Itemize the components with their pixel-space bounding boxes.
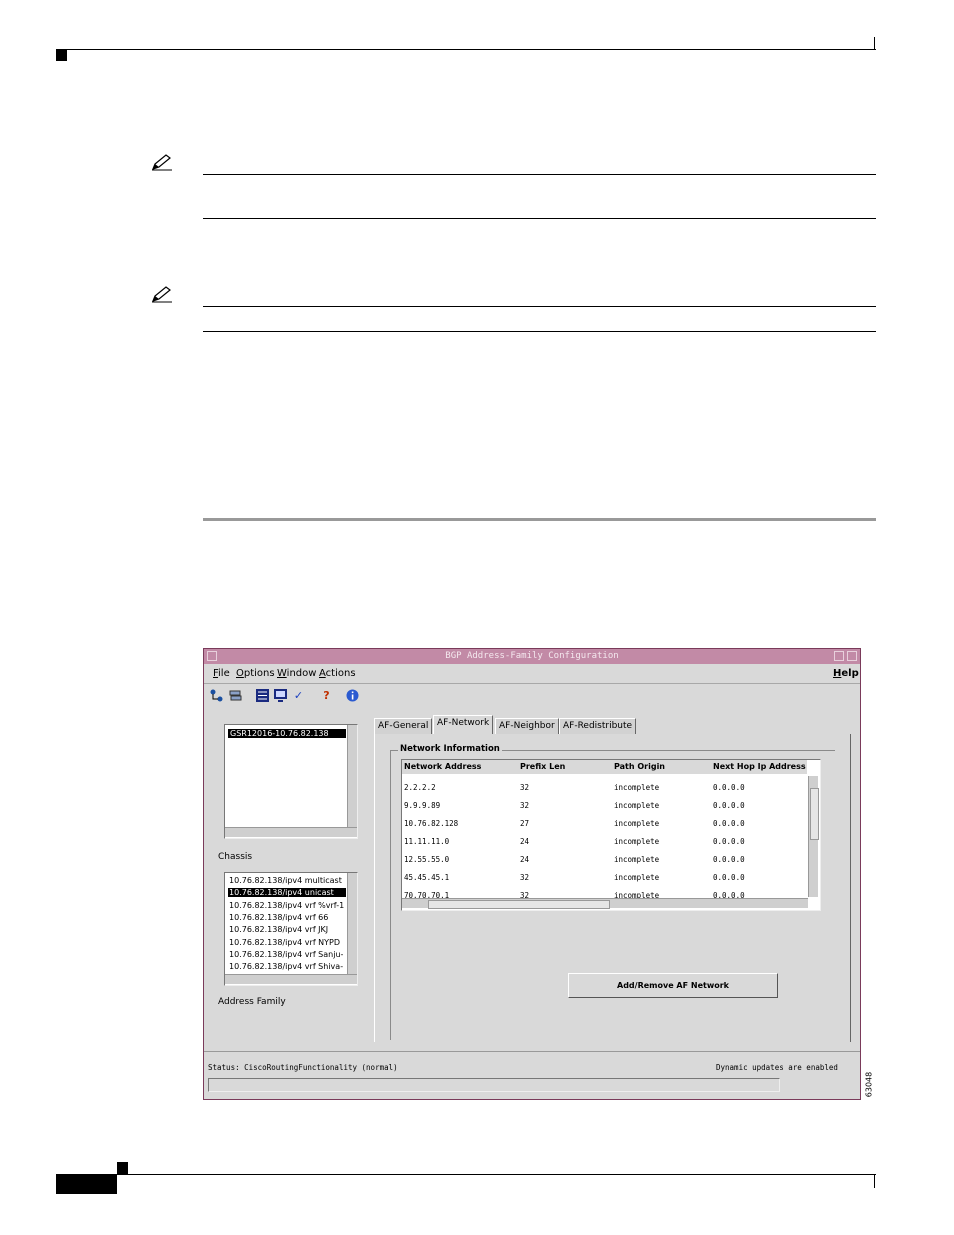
table-cell: incomplete — [614, 837, 660, 846]
table-cell: incomplete — [614, 855, 660, 864]
toolbar-check-icon[interactable]: ✓ — [290, 687, 307, 704]
table-cell: incomplete — [614, 819, 660, 828]
col-next-hop[interactable]: Next Hop Ip Address — [713, 762, 806, 771]
table-cell: 0.0.0.0 — [713, 837, 745, 846]
table-cell: 0.0.0.0 — [713, 801, 745, 810]
table-cell: incomplete — [614, 873, 660, 882]
toolbar-route-icon[interactable] — [208, 687, 225, 704]
table-cell: 11.11.11.0 — [404, 837, 450, 846]
network-table — [401, 759, 821, 911]
tab-af-network[interactable]: AF-Network — [433, 715, 494, 734]
table-cell: 0.0.0.0 — [713, 819, 745, 828]
menu-window[interactable]: Window — [277, 665, 316, 683]
table-cell: 32 — [520, 783, 530, 792]
note-top-rule — [203, 174, 876, 175]
status-separator — [204, 1051, 860, 1052]
col-path-origin[interactable]: Path Origin — [614, 762, 665, 771]
menu-options[interactable]: Options — [236, 665, 275, 683]
add-remove-af-network-button[interactable]: Add/Remove AF Network — [568, 973, 778, 998]
toolbar-help-icon[interactable]: ? — [318, 687, 335, 704]
address-family-item[interactable]: 10.76.82.138/ipv4 vrf Shiva- — [228, 962, 346, 971]
header-marker — [56, 50, 67, 61]
table-cell: 45.45.45.1 — [404, 873, 450, 882]
address-family-item[interactable]: 10.76.82.138/ipv4 multicast — [228, 876, 346, 885]
address-family-item[interactable]: 10.76.82.138/ipv4 vrf %vrf-1 — [228, 901, 346, 910]
toolbar-list-icon[interactable] — [254, 687, 271, 704]
table-cell: 32 — [520, 801, 530, 810]
note-bottom-rule — [203, 218, 876, 219]
tab-af-neighbor[interactable]: AF-Neighbor — [495, 718, 559, 734]
col-network-address[interactable]: Network Address — [404, 762, 481, 771]
minimize-icon[interactable] — [834, 651, 844, 661]
footer-tick — [874, 1175, 875, 1188]
tab-af-redistribute[interactable]: AF-Redistribute — [559, 718, 637, 734]
chassis-list-item[interactable]: GSR12016-10.76.82.138 — [228, 729, 346, 738]
toolbar-info-icon[interactable] — [344, 687, 361, 704]
footer-page-box — [56, 1175, 117, 1194]
note-pencil-icon — [151, 286, 172, 303]
toolbar-layers-icon[interactable] — [227, 687, 244, 704]
window-menu-icon[interactable] — [207, 651, 217, 661]
menu-bar: File Options Window Actions Help — [204, 665, 860, 684]
table-cell: 0.0.0.0 — [713, 855, 745, 864]
col-prefix-len[interactable]: Prefix Len — [520, 762, 565, 771]
status-text: Status: CiscoRoutingFunctionality (norma… — [208, 1063, 398, 1072]
address-family-item[interactable]: 10.76.82.138/ipv4 vrf JKJ — [228, 925, 346, 934]
figure-number: 63048 — [864, 1071, 874, 1098]
address-family-item[interactable]: 10.76.82.138/ipv4 vrf NYPD — [228, 938, 346, 947]
table-cell: incomplete — [614, 783, 660, 792]
chassis-list-hscroll[interactable] — [225, 827, 357, 837]
address-family-list[interactable]: 10.76.82.138/ipv4 multicast 10.76.82.138/… — [224, 872, 358, 986]
network-table-hscroll[interactable] — [402, 898, 808, 909]
scroll-thumb[interactable] — [428, 900, 610, 909]
scroll-thumb[interactable] — [810, 788, 819, 840]
toolbar-monitor-icon[interactable] — [272, 687, 289, 704]
dynamic-updates-text: Dynamic updates are enabled — [716, 1063, 838, 1072]
footer-marker — [117, 1162, 128, 1174]
menu-file[interactable]: File — [213, 665, 230, 683]
table-cell: 27 — [520, 819, 530, 828]
table-cell: 24 — [520, 837, 530, 846]
menu-actions[interactable]: Actions — [319, 665, 356, 683]
af-list-hscroll[interactable] — [225, 974, 357, 984]
table-cell: incomplete — [614, 801, 660, 810]
table-cell: 2.2.2.2 — [404, 783, 436, 792]
table-cell: 32 — [520, 873, 530, 882]
af-list-vscroll[interactable] — [347, 873, 357, 974]
table-cell: 10.76.82.128 — [404, 819, 459, 828]
section-rule — [203, 518, 876, 521]
header-rule — [56, 49, 876, 50]
footer-rule — [56, 1174, 876, 1175]
table-cell: 0.0.0.0 — [713, 783, 745, 792]
chassis-list-vscroll[interactable] — [347, 725, 357, 827]
note-bottom-rule — [203, 331, 876, 332]
network-table-vscroll[interactable] — [808, 776, 819, 897]
table-cell: 9.9.9.89 — [404, 801, 441, 810]
note-top-rule — [203, 306, 876, 307]
window-title: BGP Address-Family Configuration — [445, 651, 619, 661]
address-family-item[interactable]: 10.76.82.138/ipv4 vrf 66 — [228, 913, 346, 922]
address-family-item[interactable]: 10.76.82.138/ipv4 vrf Sanju- — [228, 950, 346, 959]
bgp-af-config-window: BGP Address-Family Configuration File Op… — [203, 648, 861, 1100]
note-pencil-icon — [151, 154, 172, 171]
address-family-label: Address Family — [218, 997, 286, 1007]
table-cell: 12.55.55.0 — [404, 855, 450, 864]
tab-af-general[interactable]: AF-General — [374, 718, 433, 734]
table-cell: 0.0.0.0 — [713, 873, 745, 882]
menu-help[interactable]: Help — [833, 665, 859, 683]
table-cell: 24 — [520, 855, 530, 864]
network-info-title: Network Information — [398, 744, 502, 754]
chassis-label: Chassis — [218, 852, 253, 862]
chassis-list[interactable]: GSR12016-10.76.82.138 — [224, 724, 358, 839]
address-family-item[interactable]: 10.76.82.138/ipv4 unicast — [228, 888, 346, 898]
window-title-bar[interactable]: BGP Address-Family Configuration — [204, 649, 860, 664]
header-tick — [874, 37, 875, 50]
maximize-icon[interactable] — [847, 651, 857, 661]
status-field — [208, 1078, 780, 1092]
